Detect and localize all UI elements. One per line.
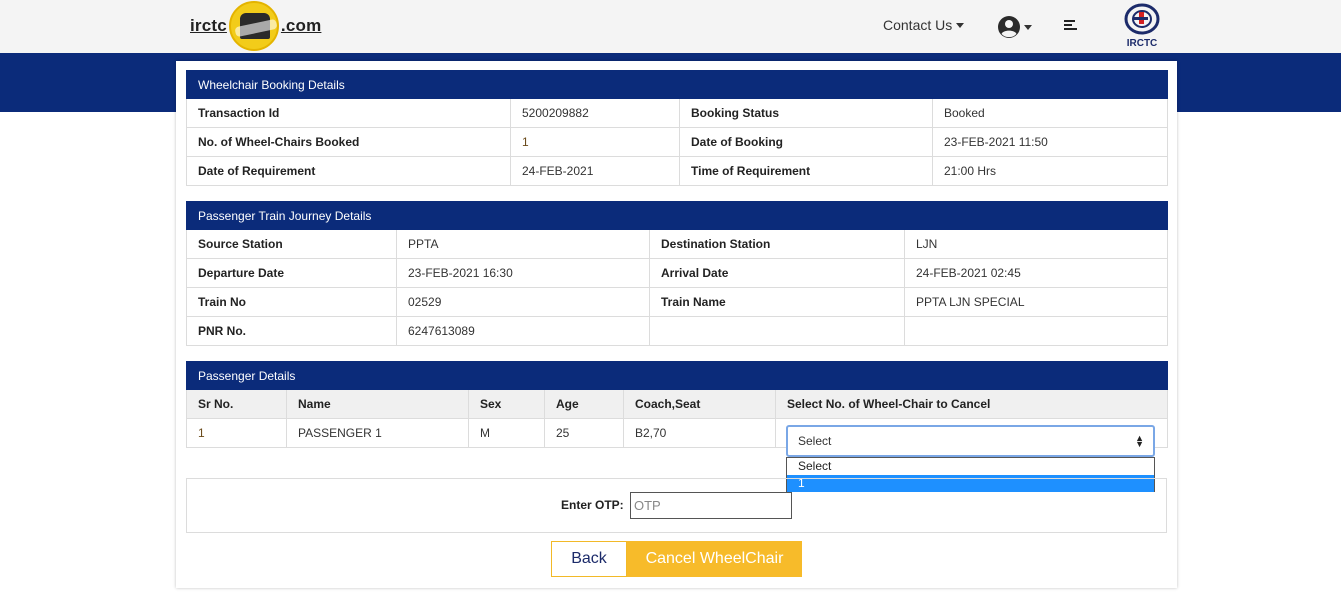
irctc-logo[interactable]: irctc .com [190, 1, 322, 51]
logo-text-left: irctc [190, 16, 227, 35]
wheelchairs-booked-label: No. of Wheel-Chairs Booked [186, 127, 511, 157]
table-row: Transaction Id 5200209882 Booking Status… [186, 98, 1168, 128]
table-row: Source Station PPTA Destination Station … [186, 229, 1169, 259]
col-age: Age [544, 389, 624, 419]
sort-arrows-icon: ▲ ▼ [1135, 433, 1144, 449]
destination-station-label: Destination Station [649, 229, 905, 259]
irctc-brand-logo[interactable]: IRCTC [1120, 3, 1164, 51]
table-row: Date of Requirement 24-FEB-2021 Time of … [186, 156, 1168, 186]
date-of-requirement-value: 24-FEB-2021 [510, 156, 680, 186]
booking-status-label: Booking Status [679, 98, 933, 128]
source-station-value: PPTA [396, 229, 650, 259]
transaction-id-label: Transaction Id [186, 98, 511, 128]
contact-us-label: Contact Us [883, 17, 953, 33]
wheelchair-cancel-select[interactable]: Select ▲ ▼ [786, 425, 1155, 457]
time-of-requirement-value: 21:00 Hrs [932, 156, 1168, 186]
logo-text-right: .com [280, 16, 322, 35]
departure-date-label: Departure Date [186, 258, 397, 288]
train-name-value: PPTA LJN SPECIAL [903, 287, 1169, 317]
booking-details-heading: Wheelchair Booking Details [186, 70, 1168, 99]
otp-label: Enter OTP: [561, 498, 624, 512]
passenger-sr-no: 1 [186, 418, 287, 448]
empty-cell [649, 316, 905, 346]
cancel-wheelchair-button[interactable]: Cancel WheelChair [627, 541, 802, 577]
passenger-sex: M [468, 418, 545, 448]
pnr-value: 6247613089 [396, 316, 650, 346]
booking-details-table: Wheelchair Booking Details Transaction I… [186, 70, 1168, 186]
passenger-coach-seat: B2,70 [623, 418, 776, 448]
arrival-date-label: Arrival Date [649, 258, 905, 288]
journey-details-heading: Passenger Train Journey Details [185, 201, 1169, 230]
passenger-details-heading: Passenger Details [185, 361, 1169, 390]
pnr-label: PNR No. [186, 316, 397, 346]
source-station-label: Source Station [186, 229, 397, 259]
otp-input[interactable] [630, 492, 792, 519]
option-select[interactable]: Select [787, 458, 1154, 475]
user-circle-icon [998, 16, 1020, 38]
date-of-requirement-label: Date of Requirement [186, 156, 511, 186]
select-current-value: Select [798, 434, 832, 448]
train-name-label: Train Name [649, 287, 905, 317]
chevron-down-icon [956, 22, 965, 28]
passenger-name: PASSENGER 1 [286, 418, 469, 448]
chevron-down-icon [1024, 24, 1032, 30]
irctc-caption: IRCTC [1126, 38, 1158, 49]
col-coach-seat: Coach,Seat [623, 389, 776, 419]
irctc-emblem-icon [1124, 3, 1160, 35]
train-no-value: 02529 [396, 287, 650, 317]
transaction-id-value: 5200209882 [510, 98, 680, 128]
table-header-row: Sr No. Name Sex Age Coach,Seat Select No… [186, 389, 1169, 419]
col-cancel-select: Select No. of Wheel-Chair to Cancel [774, 389, 1169, 419]
hamburger-menu-icon[interactable] [1064, 19, 1078, 36]
back-button[interactable]: Back [551, 541, 627, 577]
wheelchairs-booked-value: 1 [510, 127, 680, 157]
date-of-booking-value: 23-FEB-2021 11:50 [932, 127, 1168, 157]
table-row: Train No 02529 Train Name PPTA LJN SPECI… [186, 287, 1169, 317]
arrival-date-value: 24-FEB-2021 02:45 [903, 258, 1169, 288]
train-logo-icon [228, 1, 279, 51]
departure-date-value: 23-FEB-2021 16:30 [396, 258, 650, 288]
empty-cell [903, 316, 1169, 346]
col-sex: Sex [468, 389, 545, 419]
col-name: Name [286, 389, 469, 419]
passenger-age: 25 [544, 418, 624, 448]
destination-station-value: LJN [903, 229, 1169, 259]
train-no-label: Train No [186, 287, 397, 317]
table-row: PNR No. 6247613089 [186, 316, 1169, 346]
contact-us-dropdown[interactable]: Contact Us [883, 17, 965, 33]
date-of-booking-label: Date of Booking [679, 127, 933, 157]
col-sr-no: Sr No. [186, 389, 287, 419]
table-row: No. of Wheel-Chairs Booked 1 Date of Boo… [186, 127, 1168, 157]
user-menu[interactable] [997, 15, 1032, 39]
time-of-requirement-label: Time of Requirement [679, 156, 933, 186]
booking-status-value: Booked [932, 98, 1168, 128]
table-row: Departure Date 23-FEB-2021 16:30 Arrival… [186, 258, 1169, 288]
journey-details-table: Passenger Train Journey Details Source S… [185, 201, 1169, 346]
